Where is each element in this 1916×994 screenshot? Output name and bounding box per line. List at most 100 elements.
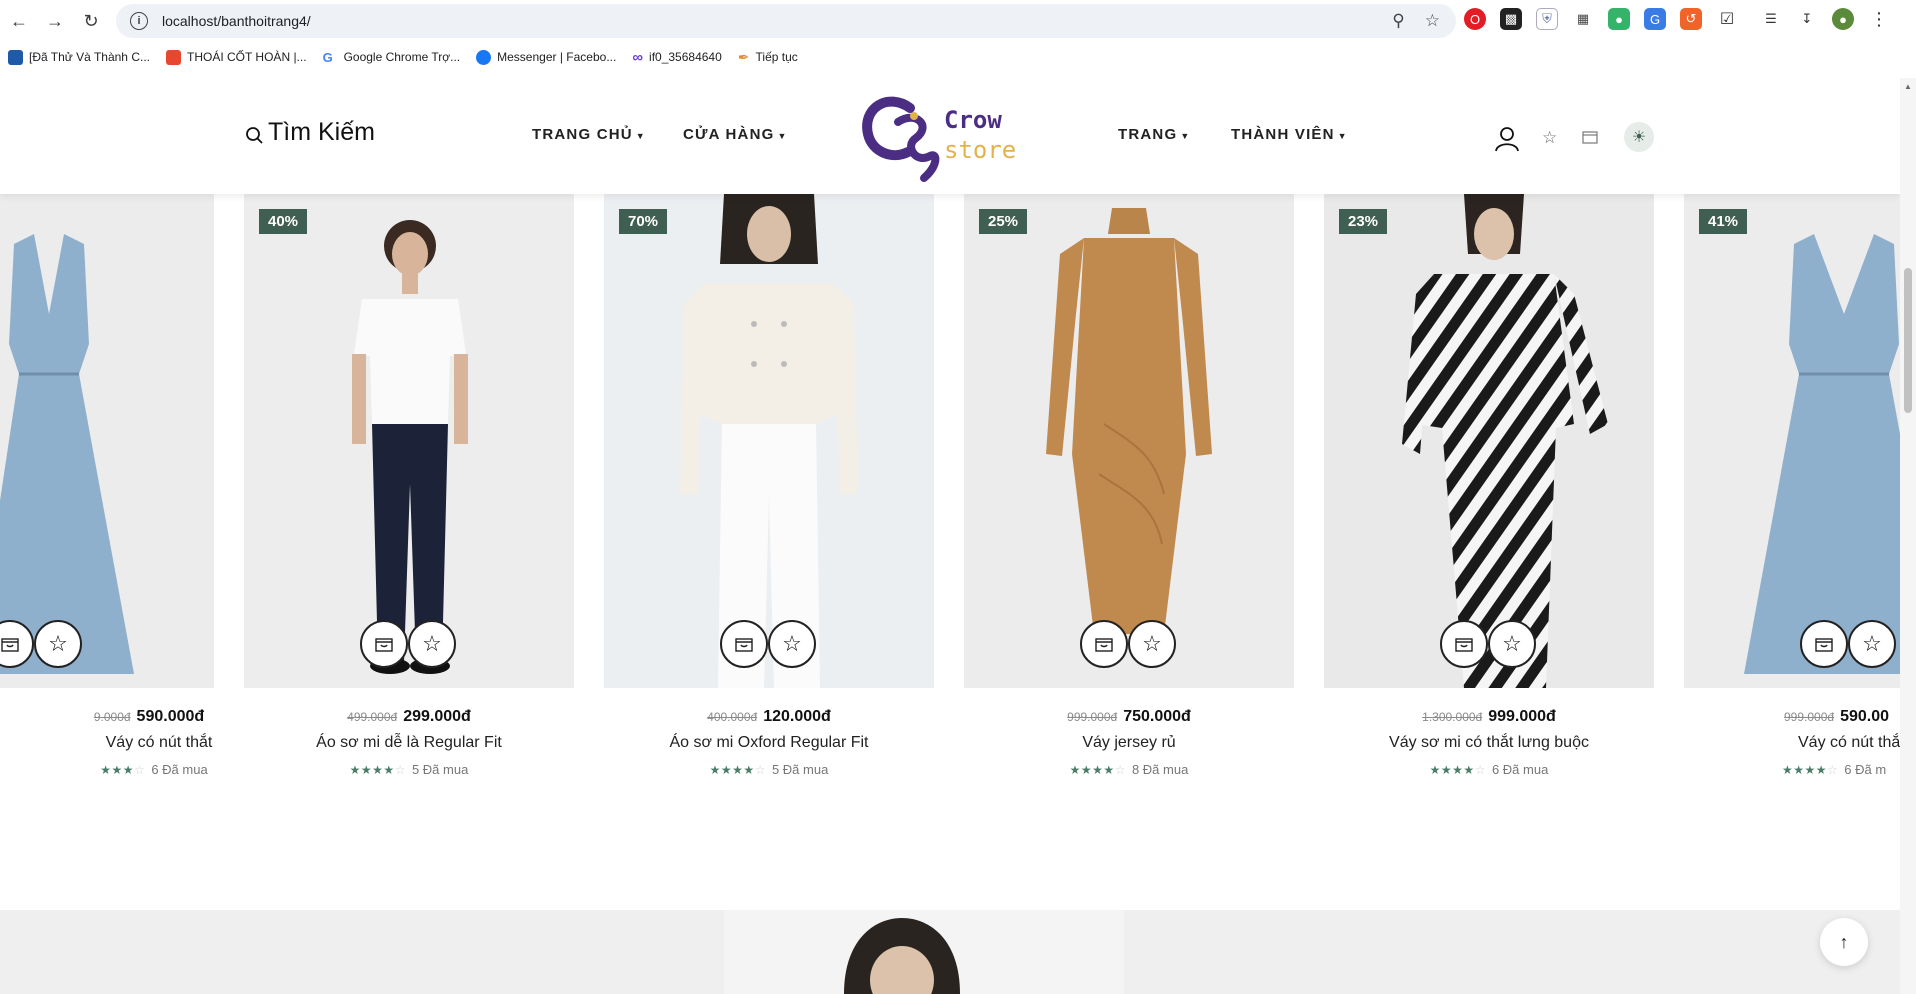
- add-to-cart-button[interactable]: [720, 620, 768, 668]
- product-price: 499.000đ 299.000đ: [244, 708, 574, 726]
- scrollbar-thumb[interactable]: [1904, 268, 1912, 413]
- bookmark-item[interactable]: ✒ Tiếp tục: [738, 49, 798, 66]
- current-price: 590.000đ: [136, 708, 205, 725]
- product-image[interactable]: 70% ☆: [604, 194, 934, 688]
- star-icon: ☆: [782, 631, 802, 656]
- product-card[interactable]: 70% ☆ 400.000đ 120.000đ Áo sơ mi Oxford R…: [604, 194, 934, 777]
- product-image[interactable]: 25% ☆: [964, 194, 1294, 688]
- striped-dress-image: [1324, 194, 1654, 688]
- menu-trang[interactable]: TRANG ▼: [1118, 126, 1190, 143]
- user-account-icon[interactable]: [1494, 126, 1520, 157]
- product-card[interactable]: 23% ☆ 1.300.000đ 999.000đ Váy sơ mi có th…: [1324, 194, 1654, 777]
- password-key-icon[interactable]: ⚲: [1392, 11, 1404, 31]
- discount-badge: 41%: [1699, 209, 1748, 234]
- old-price: 999.000đ: [1784, 710, 1835, 724]
- cream-jacket-image: [604, 194, 934, 688]
- old-price: 1.300.000đ: [1422, 710, 1483, 724]
- product-name[interactable]: Áo sơ mi Oxford Regular Fit: [604, 734, 934, 752]
- cart-box-icon: [375, 638, 393, 652]
- search-trigger[interactable]: Tìm Kiếm: [244, 118, 375, 147]
- star-rating-icon: ★★★★☆: [709, 763, 766, 777]
- google-icon: G: [322, 49, 338, 65]
- product-image[interactable]: 40% ☆: [244, 194, 574, 688]
- product-card[interactable]: 40% ☆ 499.000đ 299.000đ Áo sơ mi dễ là Re…: [244, 194, 574, 777]
- puzzle-extensions-icon[interactable]: ☑: [1716, 8, 1738, 30]
- profile-avatar-icon[interactable]: ●: [1832, 8, 1854, 30]
- back-icon[interactable]: ←: [8, 10, 30, 32]
- product-image[interactable]: ☆: [0, 194, 214, 688]
- product-name[interactable]: Áo sơ mi dễ là Regular Fit: [244, 734, 574, 752]
- scroll-to-top-button[interactable]: ↑: [1820, 918, 1868, 966]
- color-extension-icon[interactable]: ●: [1608, 8, 1630, 30]
- product-card[interactable]: 41% ☆ 999.000đ 590.00 Váy có nút thắ ★★★★…: [1684, 194, 1900, 794]
- star-rating-icon: ★★★★☆: [1069, 763, 1126, 777]
- cart-box-icon: [1095, 638, 1113, 652]
- site-header: Tìm Kiếm TRANG CHỦ ▼ CỬA HÀNG ▼ Crow store…: [0, 78, 1900, 194]
- infinity-icon: ∞: [632, 48, 644, 66]
- add-to-wishlist-button[interactable]: ☆: [408, 620, 456, 668]
- menu-trang-chu[interactable]: TRANG CHỦ ▼: [532, 126, 646, 143]
- facebook-icon: [476, 49, 492, 65]
- menu-thanh-vien[interactable]: THÀNH VIÊN ▼: [1231, 126, 1348, 143]
- browser-menu-icon[interactable]: ⋮: [1868, 8, 1890, 30]
- current-price: 120.000đ: [763, 708, 831, 725]
- add-to-cart-button[interactable]: [1080, 620, 1128, 668]
- add-to-cart-button[interactable]: [1440, 620, 1488, 668]
- site-info-icon[interactable]: i: [130, 12, 148, 30]
- download-icon[interactable]: ↧: [1796, 8, 1818, 30]
- add-to-wishlist-button[interactable]: ☆: [1848, 620, 1896, 668]
- product-card[interactable]: 25% ☆ 999.000đ 750.000đ Váy jersey rủ ★★★…: [964, 194, 1294, 777]
- shield-extension-icon[interactable]: ⛨: [1536, 8, 1558, 30]
- product-name[interactable]: Váy jersey rủ: [964, 734, 1294, 752]
- translate-extension-icon[interactable]: G: [1644, 8, 1666, 30]
- bookmark-item[interactable]: Messenger | Facebo...: [476, 49, 616, 65]
- sync-extension-icon[interactable]: ↺: [1680, 8, 1702, 30]
- product-name[interactable]: Váy sơ mi có thắt lưng buộc: [1324, 734, 1654, 752]
- search-label: Tìm Kiếm: [268, 118, 375, 146]
- old-price: 999.000đ: [1067, 710, 1118, 724]
- add-to-wishlist-button[interactable]: ☆: [1488, 620, 1536, 668]
- logo-text-store: store: [944, 136, 1017, 164]
- opera-extension-icon[interactable]: O: [1464, 8, 1486, 30]
- page-viewport: Tìm Kiếm TRANG CHỦ ▼ CỬA HÀNG ▼ Crow store…: [0, 78, 1900, 994]
- product-name[interactable]: Váy có nút thắt: [0, 734, 214, 752]
- url-text[interactable]: localhost/banthoitrang4/: [162, 13, 311, 29]
- add-to-cart-button[interactable]: [360, 620, 408, 668]
- old-price: 9.000đ: [93, 710, 131, 724]
- product-name[interactable]: Váy có nút thắ: [1684, 734, 1900, 752]
- caret-down-icon: ▼: [777, 131, 788, 141]
- bookmark-item[interactable]: THOÁI CỐT HOÀN |...: [165, 49, 307, 65]
- address-bar[interactable]: i localhost/banthoitrang4/ ⚲ ☆: [116, 4, 1456, 38]
- product-image[interactable]: 41% ☆: [1684, 194, 1900, 688]
- wishlist-star-icon[interactable]: ☆: [1542, 128, 1557, 148]
- bookmark-item[interactable]: [Đã Thử Và Thành C...: [8, 49, 150, 65]
- site-logo[interactable]: Crow store: [858, 86, 1038, 190]
- browser-toolbar: ← → ↻ i localhost/banthoitrang4/ ⚲ ☆ O ▩…: [0, 0, 1916, 42]
- bookmark-favicon-icon: [165, 49, 181, 65]
- bookmark-item[interactable]: G Google Chrome Trợ...: [322, 49, 460, 65]
- add-to-wishlist-button[interactable]: ☆: [1128, 620, 1176, 668]
- extension-icon[interactable]: ▩: [1500, 8, 1522, 30]
- forward-icon[interactable]: →: [44, 10, 66, 32]
- add-to-wishlist-button[interactable]: ☆: [34, 620, 82, 668]
- grid-extension-icon[interactable]: ▦: [1572, 8, 1594, 30]
- page-scrollbar[interactable]: ▲: [1900, 78, 1916, 994]
- feather-icon: ✒: [737, 48, 750, 65]
- theme-toggle-sun-icon[interactable]: ☀: [1624, 122, 1654, 152]
- reading-list-icon[interactable]: ☰: [1760, 8, 1782, 30]
- cart-box-icon: [735, 638, 753, 652]
- add-to-wishlist-button[interactable]: ☆: [768, 620, 816, 668]
- reload-icon[interactable]: ↻: [80, 10, 102, 32]
- bookmark-star-icon[interactable]: ☆: [1425, 11, 1440, 31]
- menu-cua-hang[interactable]: CỬA HÀNG ▼: [683, 126, 788, 143]
- product-rating: ★★★★☆ 6 Đã m: [1782, 762, 1887, 777]
- cart-box-icon[interactable]: [1582, 130, 1598, 149]
- bookmark-item[interactable]: ∞ if0_35684640: [632, 49, 721, 66]
- add-to-cart-button[interactable]: [1800, 620, 1848, 668]
- product-rating: ★★★★☆ 5 Đã mua: [709, 762, 829, 777]
- product-image[interactable]: 23% ☆: [1324, 194, 1654, 688]
- scroll-up-icon[interactable]: ▲: [1904, 82, 1912, 91]
- star-rating-icon: ★★★☆: [100, 763, 146, 777]
- product-price: 1.300.000đ 999.000đ: [1324, 708, 1654, 726]
- product-card[interactable]: ☆ 9.000đ 590.000đ Váy có nút thắt ★★★☆ 6 Đ…: [0, 194, 214, 777]
